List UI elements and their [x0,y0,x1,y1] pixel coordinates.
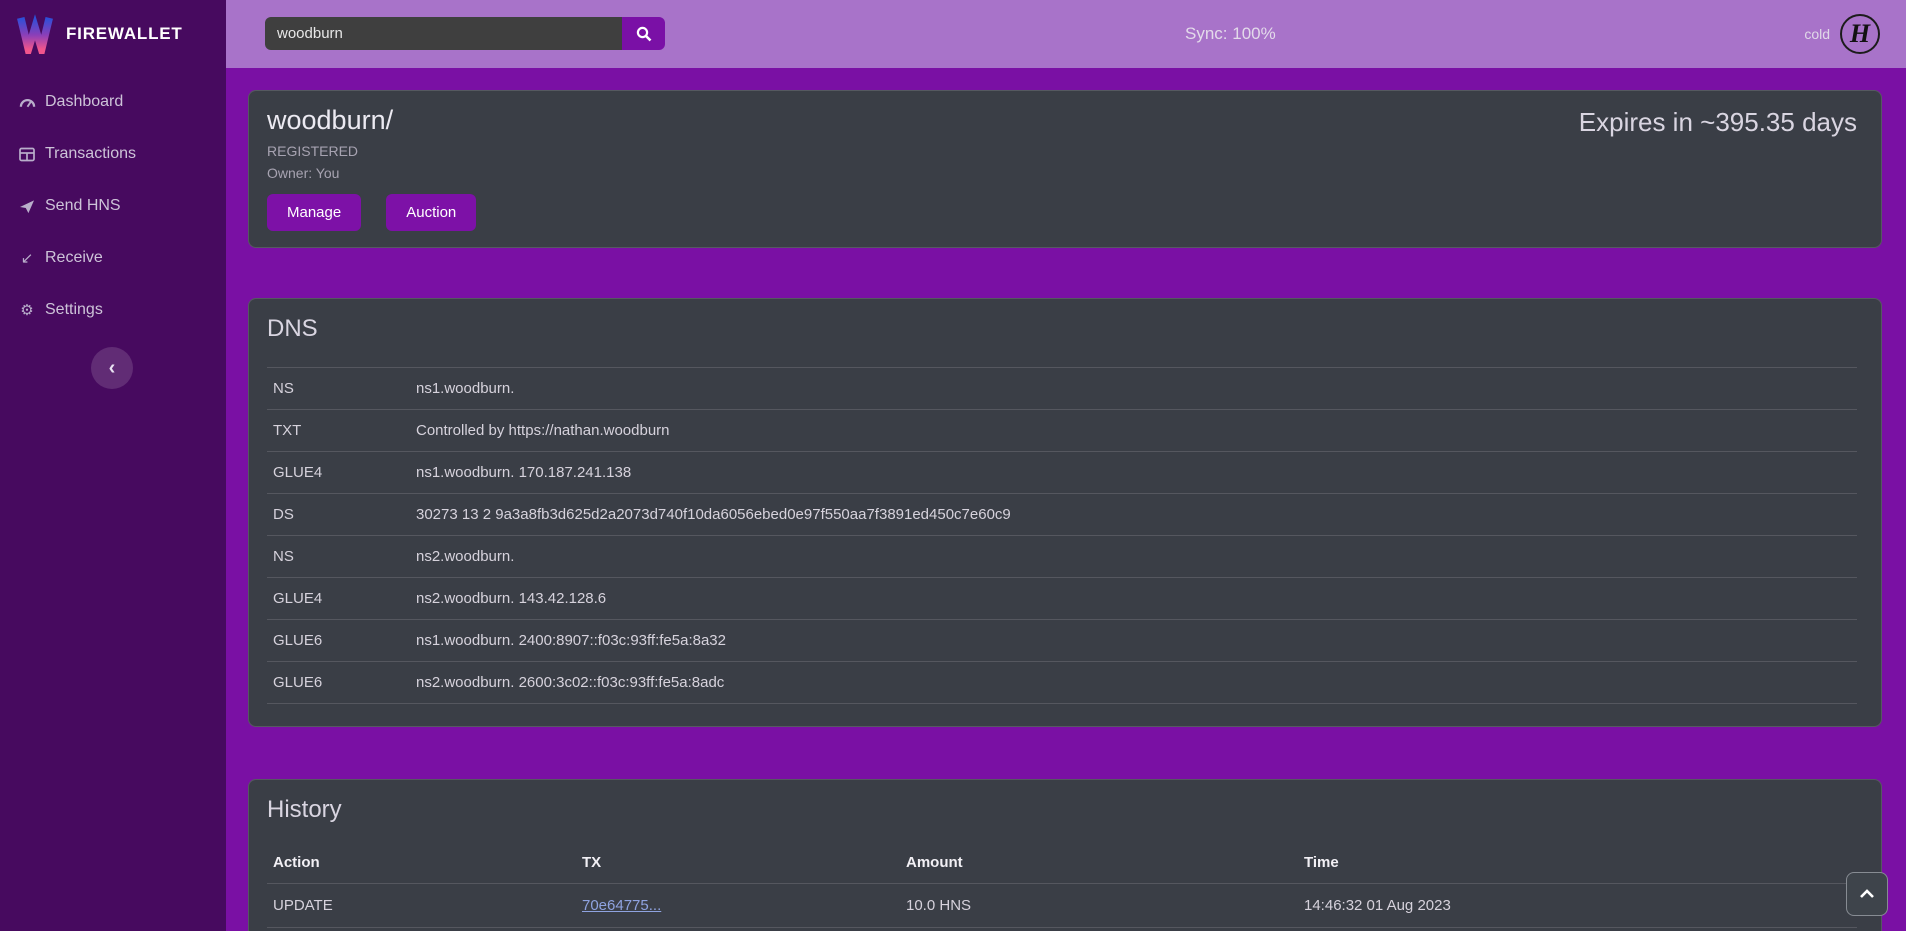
dns-record-row: GLUE4 ns1.woodburn. 170.187.241.138 [267,452,1857,494]
tx-link[interactable]: 70e64775... [582,897,661,914]
sidebar-item-label: Settings [45,301,103,319]
dns-record-value: ns1.woodburn. 2400:8907::f03c:93ff:fe5a:… [410,620,1857,662]
firewallet-logo-icon [16,14,54,54]
brand: FIREWALLET [0,0,226,68]
dns-record-type: GLUE6 [267,620,410,662]
history-action: RENEW [267,928,576,931]
dns-record-type: GLUE4 [267,452,410,494]
search-input[interactable] [265,17,622,50]
search-icon [636,26,652,42]
dns-record-value: ns1.woodburn. 170.187.241.138 [410,452,1857,494]
arrow-down-left-icon: ↙ [18,249,36,267]
dns-record-value: ns2.woodburn. 2600:3c02::f03c:93ff:fe5a:… [410,662,1857,704]
history-amount: 10.0 HNS [900,884,1298,928]
domain-card: woodburn/ REGISTERED Owner: You Manage A… [248,90,1882,248]
history-col-action: Action [267,842,576,884]
domain-expiry: Expires in ~395.35 days [1579,107,1857,138]
history-row: UPDATE 70e64775... 10.0 HNS 14:46:32 01 … [267,884,1857,928]
dns-record-type: DS [267,494,410,536]
dns-table: NS ns1.woodburn. TXT Controlled by https… [267,367,1857,704]
dns-record-row: NS ns1.woodburn. [267,368,1857,410]
history-time: 15:45:06 07 Jul 2023 [1298,928,1857,931]
dns-record-row: NS ns2.woodburn. [267,536,1857,578]
history-table: Action TX Amount Time UPDATE 70e64775...… [267,842,1857,931]
paper-plane-icon [18,199,36,214]
history-row: RENEW … 10.0 HNS 15:45:06 07 Jul 2023 [267,928,1857,931]
dns-record-row: GLUE6 ns1.woodburn. 2400:8907::f03c:93ff… [267,620,1857,662]
dns-record-row: GLUE4 ns2.woodburn. 143.42.128.6 [267,578,1857,620]
dns-title: DNS [267,315,1857,343]
dns-record-row: DS 30273 13 2 9a3a8fb3d625d2a2073d740f10… [267,494,1857,536]
dns-record-row: GLUE6 ns2.woodburn. 2600:3c02::f03c:93ff… [267,662,1857,704]
history-col-time: Time [1298,842,1857,884]
history-action: UPDATE [267,884,576,928]
history-title: History [267,796,1857,824]
dns-card: DNS NS ns1.woodburn. TXT Controlled by h… [248,298,1882,727]
main-content: woodburn/ REGISTERED Owner: You Manage A… [226,68,1906,931]
sidebar-item-dashboard[interactable]: Dashboard [0,76,226,128]
history-amount: 10.0 HNS [900,928,1298,931]
dns-record-row: TXT Controlled by https://nathan.woodbur… [267,410,1857,452]
dns-record-value: ns1.woodburn. [410,368,1857,410]
history-card: History Action TX Amount Time UPDATE 70e… [248,779,1882,931]
history-header-row: Action TX Amount Time [267,842,1857,884]
wallet-selector[interactable]: cold H [1804,0,1880,68]
domain-actions: Manage Auction [267,194,1857,231]
search-button[interactable] [622,17,665,50]
dns-record-type: NS [267,536,410,578]
chevron-left-icon: ‹ [109,357,116,380]
history-col-tx: TX [576,842,900,884]
wallet-name: cold [1804,26,1830,42]
gear-icon: ⚙ [18,301,36,319]
manage-button[interactable]: Manage [267,194,361,231]
sync-status: Sync: 100% [1185,0,1276,68]
topbar: Sync: 100% cold H [226,0,1906,68]
sidebar-item-label: Receive [45,249,103,267]
sidebar: FIREWALLET Dashboard Transactions [0,0,226,931]
scroll-top-button[interactable] [1846,872,1888,916]
domain-status: REGISTERED [267,143,1857,159]
domain-owner: Owner: You [267,165,1857,181]
auction-button[interactable]: Auction [386,194,476,231]
sidebar-item-transactions[interactable]: Transactions [0,128,226,180]
sidebar-item-label: Transactions [45,145,136,163]
handshake-logo-icon: H [1840,14,1880,54]
sidebar-item-settings[interactable]: ⚙ Settings [0,284,226,336]
dns-record-type: TXT [267,410,410,452]
dns-record-type: GLUE6 [267,662,410,704]
brand-name: FIREWALLET [66,24,183,44]
sidebar-collapse-button[interactable]: ‹ [91,347,133,389]
dns-record-value: 30273 13 2 9a3a8fb3d625d2a2073d740f10da6… [410,494,1857,536]
dns-record-type: GLUE4 [267,578,410,620]
transactions-table-icon [18,147,36,162]
dns-record-type: NS [267,368,410,410]
sidebar-nav: Dashboard Transactions Send HNS ↙ Rece [0,68,226,336]
dns-record-value: ns2.woodburn. [410,536,1857,578]
history-time: 14:46:32 01 Aug 2023 [1298,884,1857,928]
sidebar-item-label: Send HNS [45,197,121,215]
dns-record-value: Controlled by https://nathan.woodburn [410,410,1857,452]
dns-record-value: ns2.woodburn. 143.42.128.6 [410,578,1857,620]
search-group [265,17,665,50]
chevron-up-icon [1859,888,1875,900]
dashboard-gauge-icon [18,94,36,110]
sidebar-item-receive[interactable]: ↙ Receive [0,232,226,284]
sidebar-item-send-hns[interactable]: Send HNS [0,180,226,232]
sidebar-item-label: Dashboard [45,93,123,111]
history-col-amount: Amount [900,842,1298,884]
